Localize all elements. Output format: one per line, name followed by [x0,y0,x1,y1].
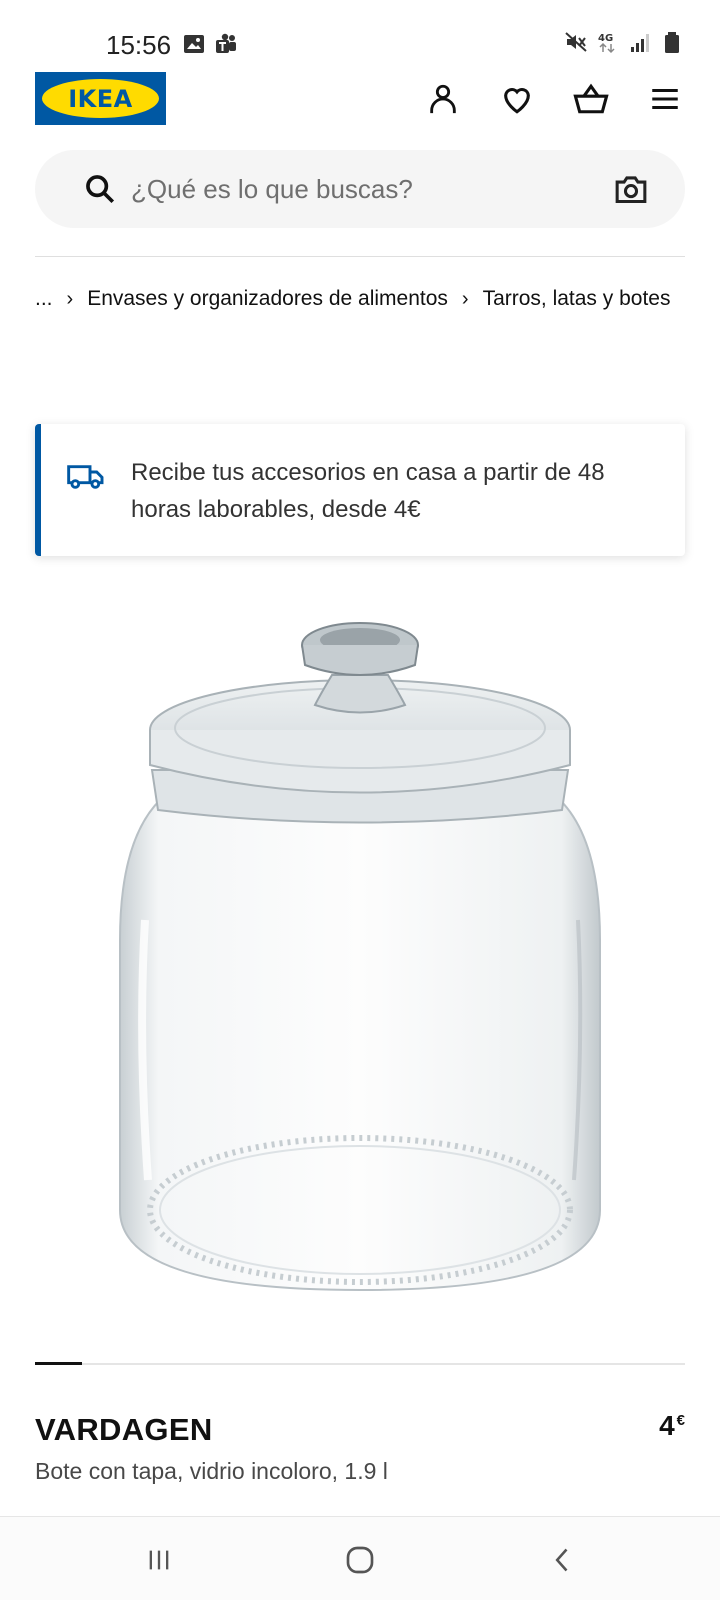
ikea-logo[interactable]: IKEA [35,72,166,125]
menu-button[interactable] [646,80,684,118]
delivery-banner[interactable]: Recibe tus accesorios en casa a partir d… [35,424,685,556]
truck-icon [67,465,104,489]
logo-oval: IKEA [42,79,159,118]
rating-stars-icon [35,1511,235,1515]
system-nav-bar [0,1516,720,1600]
product-price: 4 € [659,1410,685,1442]
home-button[interactable] [335,1535,385,1585]
glass-jar-illustration [119,622,601,1292]
back-icon [555,1548,568,1572]
search-input[interactable] [131,150,591,228]
network-4g-icon: 4G [598,33,615,54]
recent-apps-icon [149,1550,169,1570]
menu-icon [652,88,678,110]
breadcrumb: ... › Envases y organizadores de alimentos… [35,280,685,318]
search-icon [86,175,115,204]
image-icon [184,35,204,53]
battery-icon [665,32,679,53]
product-description: Bote con tapa, vidrio incoloro, 1.9 l [35,1458,388,1484]
breadcrumb-ellipsis[interactable]: ... [35,287,53,310]
status-left-icons [182,32,238,56]
header-icons [424,80,684,118]
back-button[interactable] [538,1535,588,1585]
heart-icon [504,87,530,114]
breadcrumb-separator: › [66,288,74,310]
product-name[interactable]: VARDAGEN [35,1412,213,1448]
recent-apps-button[interactable] [134,1535,184,1585]
product-image[interactable] [100,620,620,1320]
price-value: 4 [659,1410,675,1441]
carousel-active-indicator [35,1362,82,1365]
basket-button[interactable] [572,80,610,118]
svg-text:4G: 4G [598,33,613,44]
header: IKEA [0,72,720,128]
home-icon [346,1546,374,1574]
delivery-banner-text: Recibe tus accesorios en casa a partir d… [131,459,605,523]
breadcrumb-item-food-containers[interactable]: Envases y organizadores de alimentos [87,287,448,310]
profile-button[interactable] [424,80,462,118]
breadcrumb-item-jars[interactable]: Tarros, latas y botes [483,287,671,310]
price-currency: € [676,1412,685,1429]
favorites-button[interactable] [498,80,536,118]
rating-partial [35,1507,235,1515]
profile-icon [430,84,456,114]
signal-icon [631,34,649,52]
carousel-track[interactable] [35,1363,685,1365]
breadcrumb-separator: › [461,288,469,310]
basket-icon [573,83,609,114]
camera-icon[interactable] [613,172,649,206]
mute-icon [565,32,587,52]
logo-text: IKEA [68,84,133,113]
status-time: 15:56 [106,30,172,60]
teams-icon [216,33,236,53]
search-bar[interactable] [35,150,685,228]
status-right-icons: 4G [564,30,684,54]
header-divider [35,256,685,257]
